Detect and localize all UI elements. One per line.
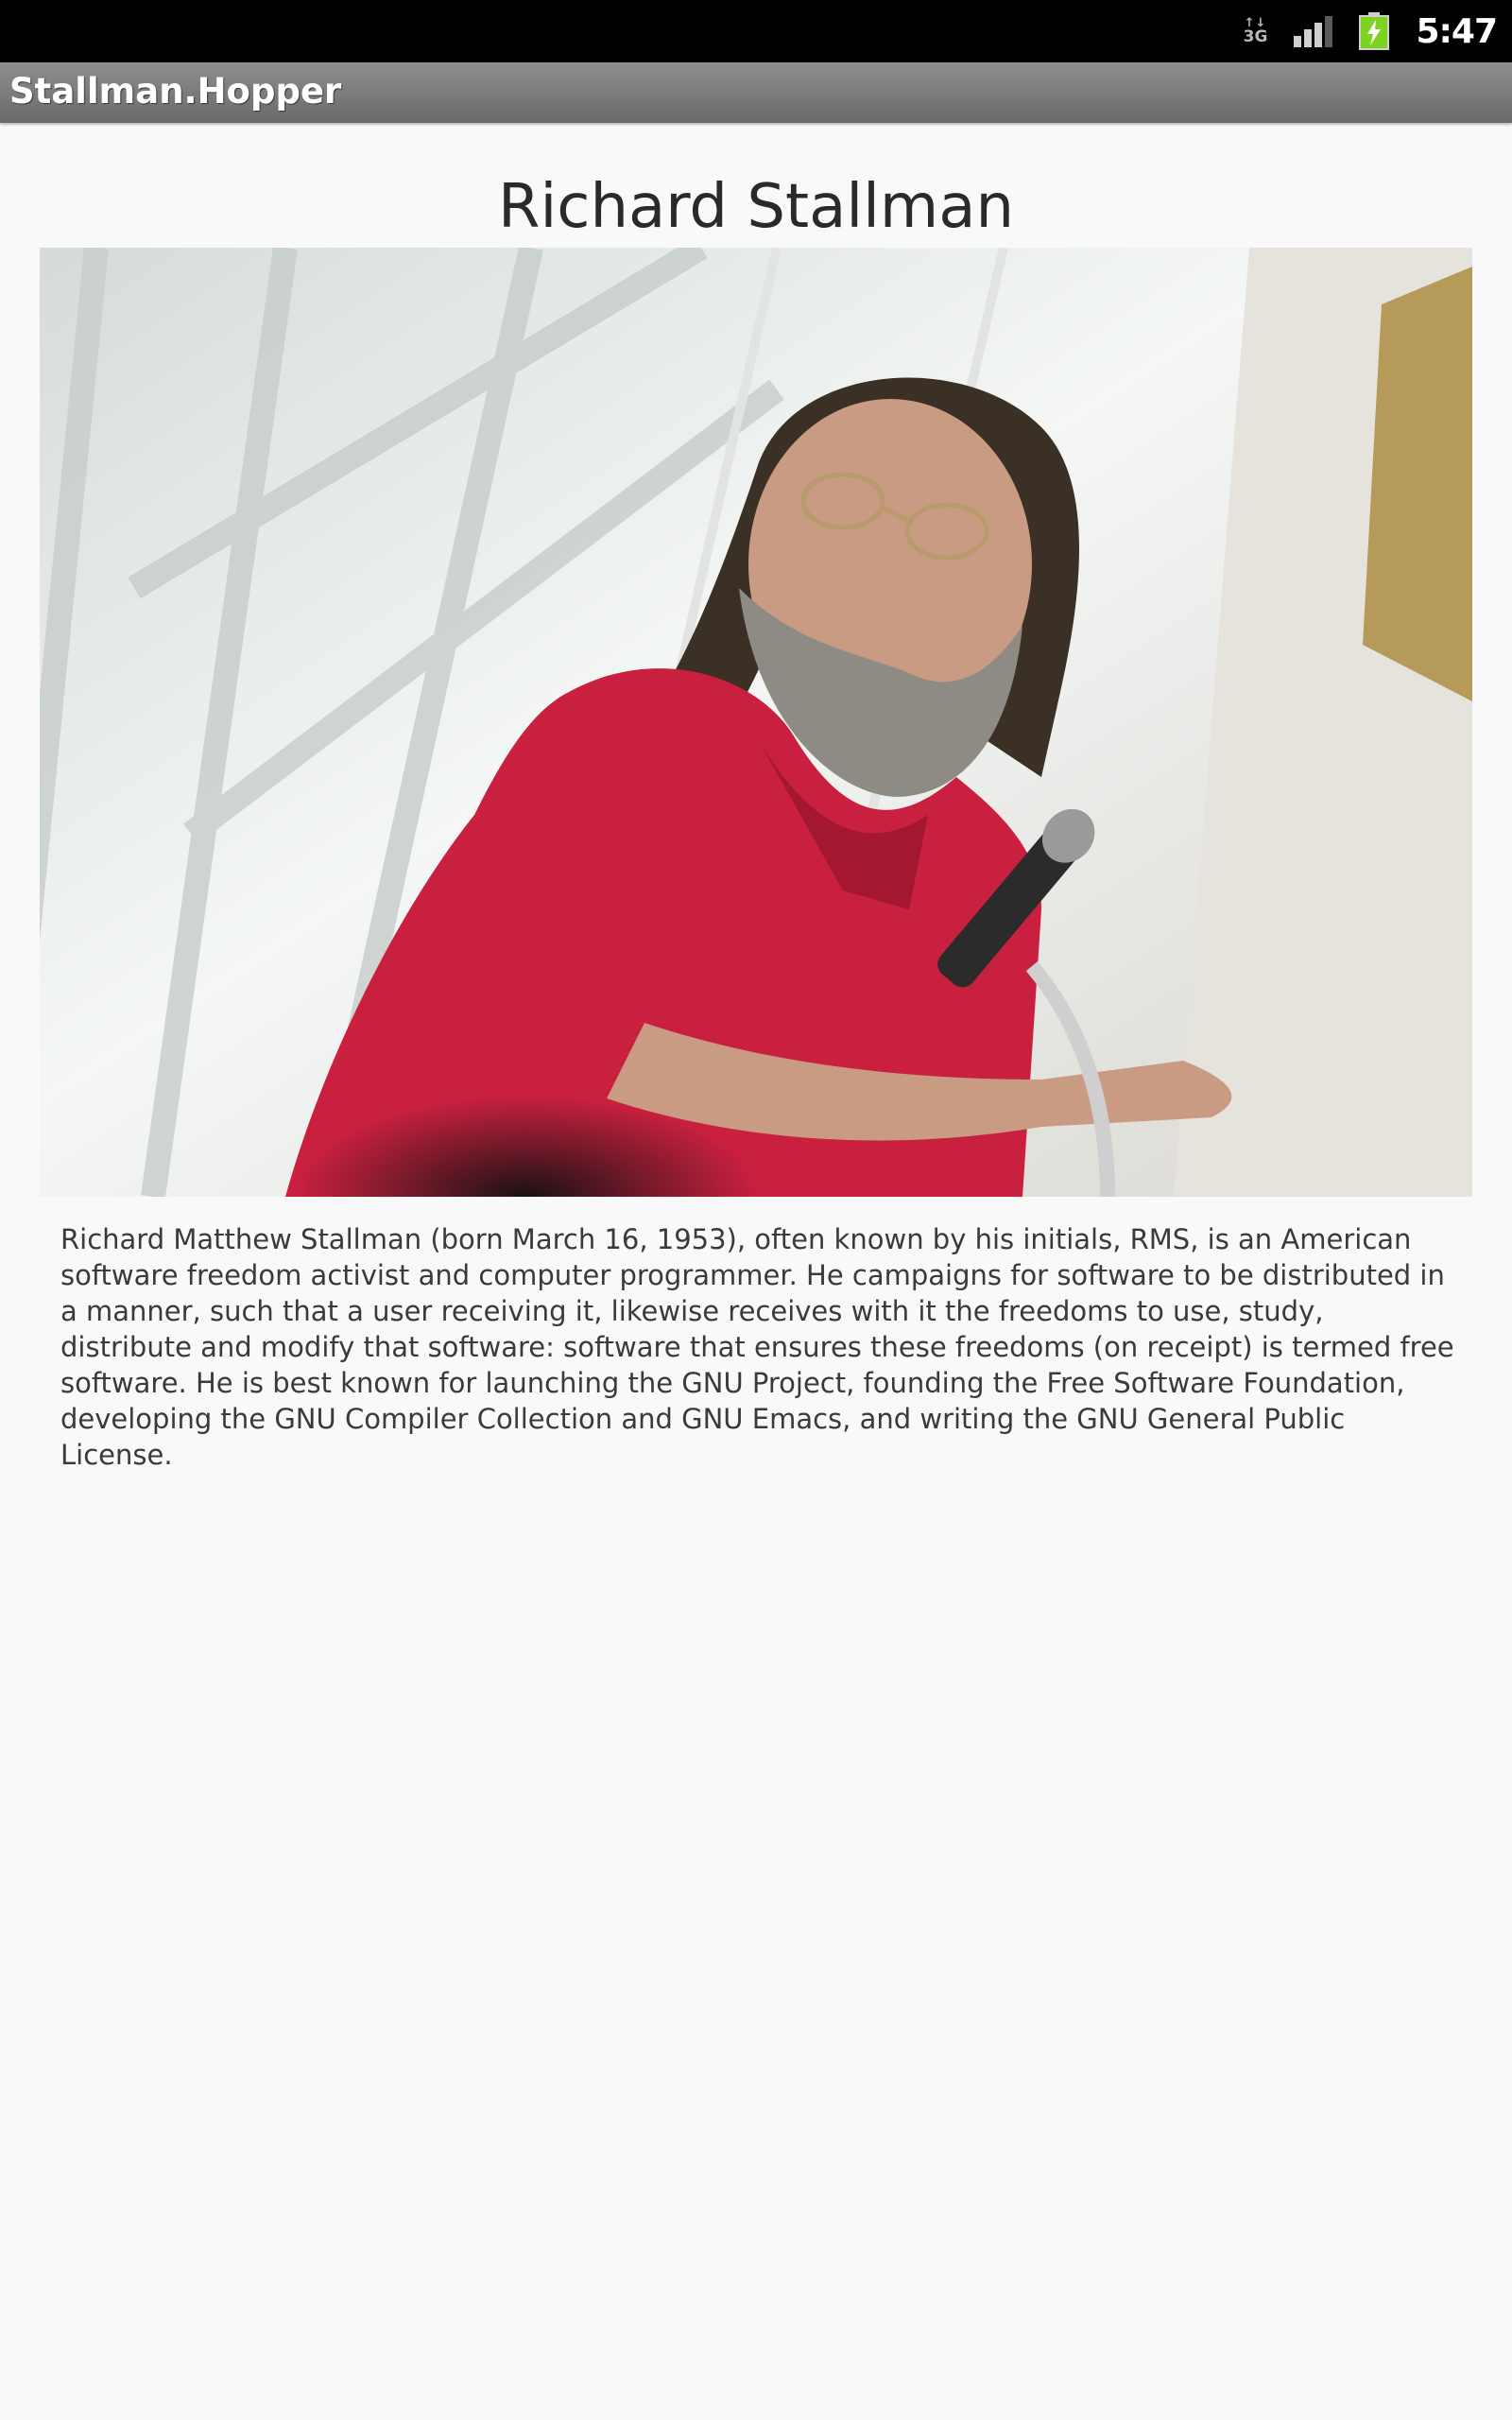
portrait-image bbox=[40, 248, 1472, 1197]
status-bar: ↑↓ 3G 5:47 bbox=[0, 0, 1512, 62]
biography-text: Richard Matthew Stallman (born March 16,… bbox=[60, 1223, 1454, 1471]
app-title: Stallman.Hopper bbox=[9, 71, 342, 112]
signal-strength-icon bbox=[1294, 15, 1333, 47]
main-content: Richard Stallman Richard Matthew Stallma… bbox=[0, 123, 1512, 2420]
status-clock: 5:47 bbox=[1416, 11, 1498, 51]
network-activity-icon: ↑↓ 3G bbox=[1244, 17, 1268, 45]
status-icons: ↑↓ 3G 5:47 bbox=[1244, 0, 1498, 62]
battery-charging-icon bbox=[1359, 12, 1390, 50]
app-title-bar: Stallman.Hopper bbox=[0, 62, 1512, 123]
page-title: Richard Stallman bbox=[498, 172, 1014, 242]
network-type-label: 3G bbox=[1243, 27, 1268, 46]
